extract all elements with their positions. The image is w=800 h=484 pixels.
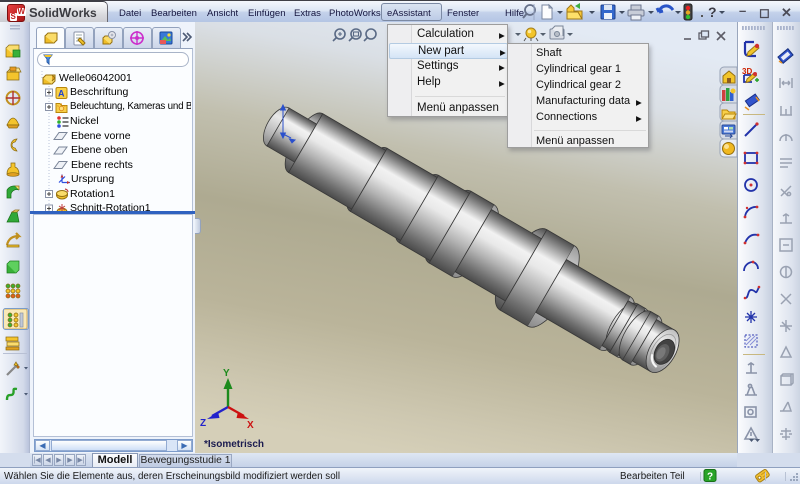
svg-text:Z: Z [200, 418, 206, 429]
svg-text:Y: Y [223, 368, 230, 379]
svg-text:X: X [247, 420, 254, 431]
svg-text:*Isometrisch: *Isometrisch [204, 439, 264, 450]
svg-text:A: A [58, 88, 65, 98]
svg-text:?: ? [707, 472, 713, 483]
svg-text:?: ? [708, 4, 717, 20]
